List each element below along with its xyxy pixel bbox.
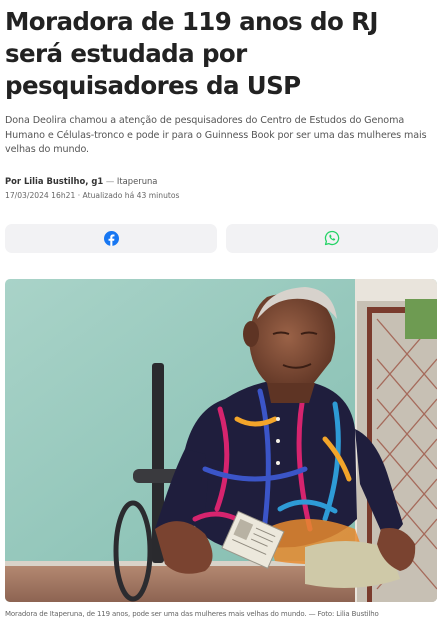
photo-caption: Moradora de Itaperuna, de 119 anos, pode… <box>5 609 379 618</box>
article-subtitle: Dona Deolira chamou a atenção de pesquis… <box>5 115 427 155</box>
share-whatsapp-button[interactable] <box>226 223 438 253</box>
whatsapp-icon <box>324 230 340 246</box>
article-headline: Moradora de 119 anos do RJ será estudada… <box>5 7 379 100</box>
share-facebook-button[interactable] <box>5 223 217 253</box>
byline-author[interactable]: Por Lilia Bustilho, g1 <box>5 176 103 186</box>
byline-location: Itaperuna <box>116 175 158 186</box>
article-photo[interactable] <box>5 278 437 602</box>
article-page: Moradora de 119 anos do RJ será estudada… <box>0 6 444 622</box>
facebook-icon <box>103 230 119 246</box>
article-dateline: 17/03/2024 16h21 · Atualizado há 43 minu… <box>5 190 180 200</box>
byline-separator: — <box>105 175 115 186</box>
article-byline: Por Lilia Bustilho, g1 — Itaperuna <box>5 175 438 187</box>
share-bar <box>5 223 438 253</box>
